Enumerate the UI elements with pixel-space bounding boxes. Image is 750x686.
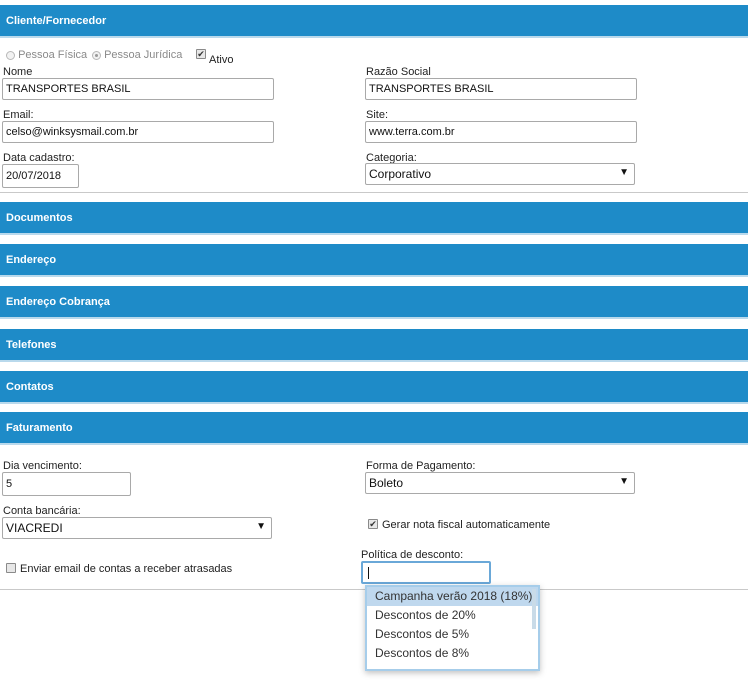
data-cadastro-field[interactable]: 20/07/2018 <box>2 164 79 188</box>
forma-pagamento-label: Forma de Pagamento: <box>366 460 476 472</box>
nome-field[interactable]: TRANSPORTES BRASIL <box>2 78 274 100</box>
dropdown-option[interactable]: Campanha verão 2018 (18%) <box>367 587 538 606</box>
section-header-telefones[interactable]: Telefones <box>0 329 748 362</box>
chevron-down-icon: ▼ <box>619 476 629 487</box>
conta-bancaria-label: Conta bancária: <box>3 505 81 517</box>
categoria-select[interactable]: Corporativo ▼ <box>365 163 635 185</box>
dia-vencimento-field[interactable]: 5 <box>2 472 131 496</box>
politica-desconto-dropdown[interactable]: Campanha verão 2018 (18%) Descontos de 2… <box>365 585 540 671</box>
chevron-down-icon: ▼ <box>619 167 629 178</box>
enviar-email-checkbox[interactable] <box>6 563 16 573</box>
forma-pagamento-value: Boleto <box>369 476 404 490</box>
divider <box>0 192 748 193</box>
dropdown-option[interactable]: Descontos de 20% <box>367 606 538 625</box>
email-field[interactable]: celso@winksysmail.com.br <box>2 121 274 143</box>
pessoa-juridica-label: Pessoa Jurídica <box>104 49 183 61</box>
ativo-label: Ativo <box>209 54 234 66</box>
chevron-down-icon: ▼ <box>256 521 266 532</box>
section-header-endereco[interactable]: Endereço <box>0 244 748 277</box>
dropdown-option[interactable]: Descontos de 8% <box>367 644 538 663</box>
pessoa-fisica-label: Pessoa Física <box>18 49 88 61</box>
section-header-faturamento[interactable]: Faturamento <box>0 412 748 445</box>
razao-social-label: Razão Social <box>366 66 431 78</box>
forma-pagamento-select[interactable]: Boleto ▼ <box>365 472 635 494</box>
radio-icon[interactable] <box>6 50 15 60</box>
section-title: Documentos <box>6 211 73 224</box>
check-icon: ✔ <box>369 519 377 529</box>
section-title: Cliente/Fornecedor <box>6 14 107 27</box>
site-label: Site: <box>366 109 389 121</box>
nome-label: Nome <box>3 66 33 78</box>
enviar-email-label: Enviar email de contas a receber atrasad… <box>20 563 233 575</box>
dia-vencimento-label: Dia vencimento: <box>3 460 82 472</box>
section-title: Endereço <box>6 253 57 266</box>
section-title: Contatos <box>6 380 54 393</box>
radio-selected-icon[interactable] <box>92 50 101 60</box>
section-title: Telefones <box>6 338 57 351</box>
ativo-checkbox[interactable]: ✔ <box>196 49 206 59</box>
section-title: Faturamento <box>6 421 73 434</box>
section-header-contatos[interactable]: Contatos <box>0 371 748 404</box>
gerar-nota-label: Gerar nota fiscal automaticamente <box>382 519 551 531</box>
pessoa-juridica-radio[interactable]: Pessoa Jurídica <box>92 49 182 61</box>
email-label: Email: <box>3 109 34 121</box>
dropdown-option[interactable]: Descontos de 5% <box>367 625 538 644</box>
gerar-nota-checkbox[interactable]: ✔ <box>368 519 378 529</box>
section-header-endereco-cobranca[interactable]: Endereço Cobrança <box>0 286 748 319</box>
conta-bancaria-select[interactable]: VIACREDI ▼ <box>2 517 272 539</box>
section-header-cliente[interactable]: Cliente/Fornecedor <box>0 5 748 38</box>
pessoa-fisica-radio[interactable]: Pessoa Física <box>6 49 87 61</box>
conta-bancaria-value: VIACREDI <box>6 521 63 535</box>
politica-desconto-label: Política de desconto: <box>361 549 464 561</box>
data-cadastro-label: Data cadastro: <box>3 152 75 164</box>
check-icon: ✔ <box>197 49 205 59</box>
scrollbar[interactable] <box>532 589 536 629</box>
section-header-documentos[interactable]: Documentos <box>0 202 748 235</box>
politica-desconto-input[interactable] <box>361 561 491 584</box>
text-cursor <box>368 567 369 579</box>
razao-social-field[interactable]: TRANSPORTES BRASIL <box>365 78 637 100</box>
section-title: Endereço Cobrança <box>6 295 110 308</box>
site-field[interactable]: www.terra.com.br <box>365 121 637 143</box>
categoria-value: Corporativo <box>369 167 432 181</box>
